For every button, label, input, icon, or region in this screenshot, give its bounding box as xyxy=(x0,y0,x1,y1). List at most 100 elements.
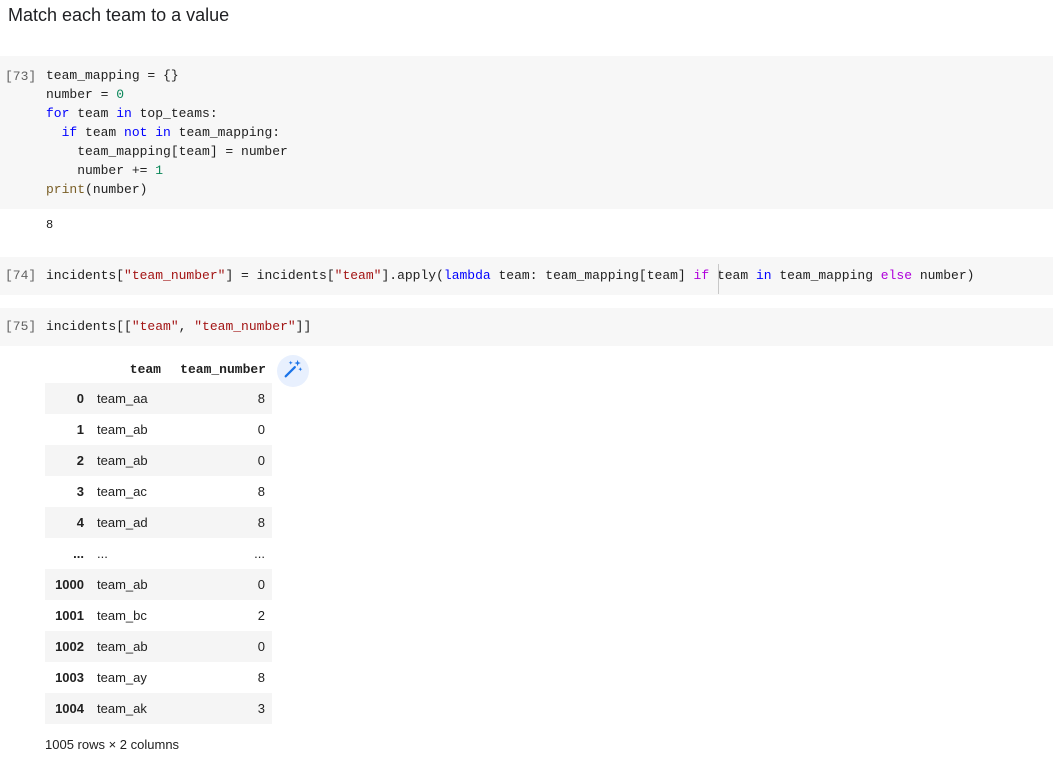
cell-team: team_ab xyxy=(97,577,148,592)
cell-team: team_ay xyxy=(97,670,147,685)
code-token: ]] xyxy=(295,319,312,334)
code-token: team xyxy=(77,125,125,140)
code-line: print(number) xyxy=(46,180,288,199)
column-header-team-number: team_number xyxy=(180,362,266,377)
row-index: 1004 xyxy=(55,701,84,716)
cell-team: team_ab xyxy=(97,422,148,437)
code-line: if team not in team_mapping: xyxy=(46,123,288,142)
table-row: 4 team_ad 8 xyxy=(45,507,272,538)
code-token: lambda xyxy=(443,268,491,283)
code-token: if xyxy=(61,125,78,140)
row-index: 4 xyxy=(76,515,84,530)
code-line: team_mapping[team] = number xyxy=(46,142,288,161)
cell-team: team_aa xyxy=(97,391,148,406)
code-token: for xyxy=(46,106,70,121)
magic-wand-icon xyxy=(282,358,304,385)
code-token: if xyxy=(693,268,710,283)
row-index: 3 xyxy=(76,484,84,499)
code-token: , xyxy=(178,319,195,334)
code-token: in xyxy=(155,125,171,140)
code-token: print xyxy=(46,182,86,197)
cell-team-number: 0 xyxy=(257,639,265,654)
cell-team: team_ak xyxy=(97,701,147,716)
cell-code[interactable]: team_mapping = {} number = 0 for team in t… xyxy=(46,66,288,199)
code-token: number) xyxy=(912,268,975,283)
table-row: 1003 team_ay 8 xyxy=(45,662,272,693)
code-token: 0 xyxy=(116,87,125,102)
row-index: 1 xyxy=(76,422,84,437)
code-line: incidents["team_number"] = incidents["te… xyxy=(46,266,974,285)
cell-code[interactable]: incidents[["team", "team_number"]] xyxy=(46,317,311,336)
cell-team-number: 8 xyxy=(257,515,265,530)
table-row: 1000 team_ab 0 xyxy=(45,569,272,600)
code-token: "team_number" xyxy=(124,268,226,283)
column-header-team: team xyxy=(129,362,161,377)
cell-team: team_ad xyxy=(97,515,148,530)
table-row: 0 team_aa 8 xyxy=(45,383,272,414)
code-token: team_mapping: xyxy=(170,125,281,140)
cell-team: team_ab xyxy=(97,639,148,654)
row-index: 1000 xyxy=(55,577,84,592)
row-index: 1002 xyxy=(55,639,84,654)
code-token: not xyxy=(124,125,148,140)
cell-team-number: 8 xyxy=(257,391,265,406)
code-cell-75[interactable]: [75] incidents[["team", "team_number"]] xyxy=(0,308,1053,346)
code-token: in xyxy=(116,106,132,121)
index-header xyxy=(45,356,97,383)
code-cell-73[interactable]: [73] team_mapping = {} number = 0 for team… xyxy=(0,56,1053,209)
code-token: number = xyxy=(46,87,117,102)
cell-team: team_bc xyxy=(97,608,147,623)
code-token: ] = incidents[ xyxy=(225,268,335,283)
code-token: "team" xyxy=(334,268,382,283)
code-token: (number) xyxy=(85,182,148,197)
cell-team: team_ab xyxy=(97,453,148,468)
cell-execution-count: [75] xyxy=(5,319,37,334)
cell-output: 8 xyxy=(46,218,54,232)
markdown-heading: Match each team to a value xyxy=(8,5,230,25)
cell-code[interactable]: incidents["team_number"] = incidents["te… xyxy=(46,266,974,285)
cell-team-number: 8 xyxy=(257,670,265,685)
text-cursor xyxy=(718,264,719,294)
table-row: 2 team_ab 0 xyxy=(45,445,272,476)
cell-team-number: 3 xyxy=(257,701,265,716)
cell-execution-count: [73] xyxy=(5,69,37,84)
dataframe-table: team team_number 0 team_aa 8 1 team_ab 0 2 team… xyxy=(45,356,272,724)
code-token: team xyxy=(709,268,756,283)
code-token: team: team_mapping[team] xyxy=(490,268,694,283)
code-token: number += xyxy=(46,163,156,178)
code-token: ].apply( xyxy=(381,268,444,283)
code-token: incidents[ xyxy=(46,268,125,283)
table-row: 1 team_ab 0 xyxy=(45,414,272,445)
table-row: 3 team_ac 8 xyxy=(45,476,272,507)
row-index: 1001 xyxy=(55,608,84,623)
code-line: for team in top_teams: xyxy=(46,104,288,123)
cell-execution-count: [74] xyxy=(5,268,37,283)
code-token: top_teams: xyxy=(131,106,218,121)
code-line: number = 0 xyxy=(46,85,288,104)
row-index: ... xyxy=(73,546,84,561)
table-header-row: team team_number xyxy=(45,356,272,383)
code-token: 1 xyxy=(155,163,164,178)
code-cell-74[interactable]: [74] incidents["team_number"] = incident… xyxy=(0,257,1053,295)
cell-team-number: 2 xyxy=(257,608,265,623)
row-index: 2 xyxy=(76,453,84,468)
table-row: 1002 team_ab 0 xyxy=(45,631,272,662)
table-row: ......... xyxy=(45,538,272,569)
cell-team-number: 0 xyxy=(257,422,265,437)
code-token: incidents[[ xyxy=(46,319,132,334)
table-row: 1004 team_ak 3 xyxy=(45,693,272,724)
cell-team: team_ac xyxy=(97,484,147,499)
code-token: team xyxy=(69,106,117,121)
magic-wand-button[interactable] xyxy=(277,355,309,387)
table-row: 1001 team_bc 2 xyxy=(45,600,272,631)
cell-team: ... xyxy=(97,546,108,561)
code-line: team_mapping = {} xyxy=(46,66,288,85)
dataframe-shape-footer: 1005 rows × 2 columns xyxy=(45,737,180,752)
code-line: number += 1 xyxy=(46,161,288,180)
code-token: team_mapping xyxy=(771,268,881,283)
code-token: "team" xyxy=(131,319,179,334)
row-index: 0 xyxy=(76,391,84,406)
row-index: 1003 xyxy=(55,670,84,685)
code-token: team_mapping[team] = number xyxy=(46,144,288,159)
